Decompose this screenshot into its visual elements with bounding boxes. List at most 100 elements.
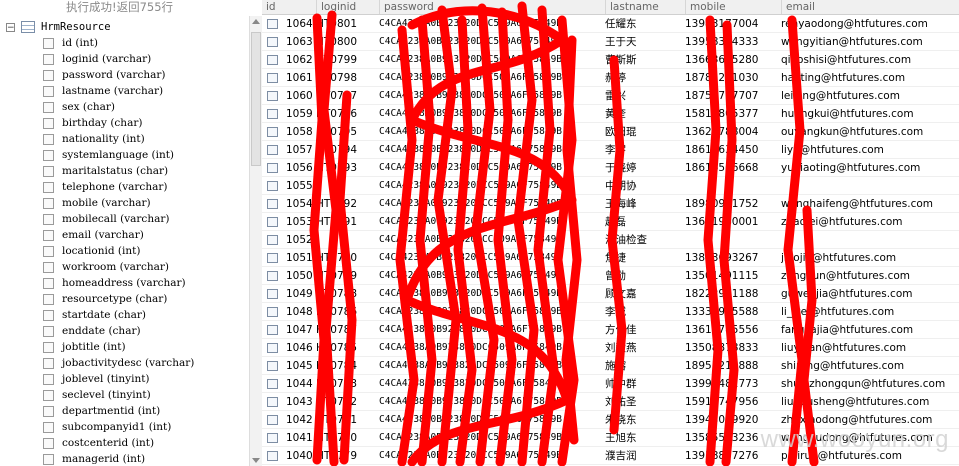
- cell-email[interactable]: zengxun@htfutures.com: [781, 267, 959, 285]
- cell-loginid[interactable]: HT0786: [316, 303, 379, 321]
- cell-lastname[interactable]: 黄奎: [605, 105, 683, 123]
- cell-id[interactable]: 1043: [286, 393, 316, 411]
- cell-lastname[interactable]: 刘祐圣: [605, 393, 683, 411]
- cell-lastname[interactable]: 海油检查: [605, 231, 683, 249]
- cell-lastname[interactable]: 任耀东: [605, 15, 683, 33]
- cell-password[interactable]: C4CA4238A0B923820DCC509A6F75849B: [379, 33, 604, 51]
- cell-loginid[interactable]: HT0797: [316, 87, 379, 105]
- tree-field-item[interactable]: telephone (varchar): [43, 179, 194, 195]
- cell-email[interactable]: liuyiyan@htfutures.com: [781, 339, 959, 357]
- cell-password[interactable]: C4CA4238A0B923820DCC509A6F75849B: [379, 303, 604, 321]
- tree-node-hrmresource[interactable]: − HrmResource: [6, 19, 111, 35]
- table-row[interactable]: 1061 HT0798 C4CA4238A0B923820DCC509A6F7584…: [262, 69, 959, 87]
- cell-loginid[interactable]: HT0781: [316, 411, 379, 429]
- cell-id[interactable]: 1058: [286, 123, 316, 141]
- cell-mobile[interactable]: 13621788004: [685, 123, 780, 141]
- tree-field-item[interactable]: startdate (char): [43, 307, 194, 323]
- cell-id[interactable]: 1050: [286, 267, 316, 285]
- cell-lastname[interactable]: 王于天: [605, 33, 683, 51]
- cell-mobile[interactable]: 13996482773: [685, 375, 780, 393]
- tree-field-item[interactable]: loginid (varchar): [43, 51, 194, 67]
- cell-password[interactable]: C4CA4238A0B923820DCC509A6F75849B: [379, 285, 604, 303]
- cell-password[interactable]: C4CA4238A0B923820DCC509A6F75849B: [379, 249, 604, 267]
- cell-mobile[interactable]: 18980911752: [685, 195, 780, 213]
- tree-field-item[interactable]: jobactivitydesc (varchar): [43, 355, 194, 371]
- cell-loginid[interactable]: HT0799: [316, 51, 379, 69]
- cell-email[interactable]: shirong@htfutures.com: [781, 357, 959, 375]
- tree-field-item[interactable]: resourcetype (char): [43, 291, 194, 307]
- tree-field-item[interactable]: enddate (char): [43, 323, 194, 339]
- tree-field-item[interactable]: homeaddress (varchar): [43, 275, 194, 291]
- cell-email[interactable]: ouyangkun@htfutures.com: [781, 123, 959, 141]
- cell-lastname[interactable]: 雷兴: [605, 87, 683, 105]
- cell-password[interactable]: C4CA4238A0B923820DCC509A6F75849B: [379, 195, 604, 213]
- cell-lastname[interactable]: 濮吉润: [605, 447, 683, 465]
- tree-field-item[interactable]: mobile (varchar): [43, 195, 194, 211]
- cell-email[interactable]: shuaizhongqun@htfutures.com: [781, 375, 959, 393]
- cell-id[interactable]: 1047: [286, 321, 316, 339]
- cell-lastname[interactable]: 朱晓东: [605, 411, 683, 429]
- cell-password[interactable]: C4CA4238A0B923820DCC509A6F75849B: [379, 321, 604, 339]
- cell-loginid[interactable]: HT0780: [316, 429, 379, 447]
- tree-field-item[interactable]: seclevel (tinyint): [43, 387, 194, 403]
- column-header-email[interactable]: email: [781, 0, 959, 14]
- cell-id[interactable]: 1045: [286, 357, 316, 375]
- cell-email[interactable]: zhaolei@htfutures.com: [781, 213, 959, 231]
- cell-id[interactable]: 1052: [286, 231, 316, 249]
- cell-email[interactable]: liyu@htfutures.com: [781, 141, 959, 159]
- table-row[interactable]: 1060 HT0797 C4CA4238A0B923820DCC509A6F7584…: [262, 87, 959, 105]
- cell-loginid[interactable]: HT0789: [316, 267, 379, 285]
- tree-field-item[interactable]: lastname (varchar): [43, 83, 194, 99]
- table-row[interactable]: 1056 HT0793 C4CA4238A0B923820DCC509A6F7584…: [262, 159, 959, 177]
- cell-id[interactable]: 1061: [286, 69, 316, 87]
- cell-mobile[interactable]: 13333985588: [685, 303, 780, 321]
- cell-id[interactable]: 1054: [286, 195, 316, 213]
- cell-password[interactable]: C4CA4238A0B923820DCC509A6F75849B: [379, 69, 604, 87]
- table-row[interactable]: 1059 HT0796 C4CA4238A0B923820DCC509A6F7584…: [262, 105, 959, 123]
- cell-lastname[interactable]: 于晓婷: [605, 159, 683, 177]
- tree-field-item[interactable]: password (varchar): [43, 67, 194, 83]
- tree-field-item[interactable]: workroom (varchar): [43, 259, 194, 275]
- column-header-id[interactable]: id: [262, 0, 316, 14]
- cell-mobile[interactable]: 13958324333: [685, 33, 780, 51]
- cell-lastname[interactable]: 李宇: [605, 141, 683, 159]
- tree-field-item[interactable]: mobilecall (varchar): [43, 211, 194, 227]
- scroll-down-icon[interactable]: [252, 458, 260, 463]
- cell-loginid[interactable]: HT0796: [316, 105, 379, 123]
- cell-loginid[interactable]: HT0783: [316, 375, 379, 393]
- cell-mobile[interactable]: [685, 231, 780, 249]
- cell-loginid[interactable]: [316, 177, 379, 195]
- table-row[interactable]: 1055 C4CA4238A0B923820DCC509A6F75849B 中期协: [262, 177, 959, 195]
- cell-mobile[interactable]: 13611960001: [685, 213, 780, 231]
- cell-loginid[interactable]: HT0798: [316, 69, 379, 87]
- table-row[interactable]: 1043 HT0782 C4CA4238A0B923820DCC509A6F7584…: [262, 393, 959, 411]
- cell-id[interactable]: 1049: [286, 285, 316, 303]
- cell-password[interactable]: C4CA4238A0B923820DCC509A6F75849B: [379, 123, 604, 141]
- cell-email[interactable]: jiaojie@htfutures.com: [781, 249, 959, 267]
- cell-lastname[interactable]: 王海峰: [605, 195, 683, 213]
- cell-password[interactable]: C4CA4238A0B923820DCC509A6F75849B: [379, 231, 604, 249]
- cell-mobile[interactable]: 18754757707: [685, 87, 780, 105]
- cell-password[interactable]: C4CA4238A0B923820DCC509A6F75849B: [379, 447, 604, 465]
- tree-field-item[interactable]: departmentid (int): [43, 403, 194, 419]
- cell-lastname[interactable]: 曹斯斯: [605, 51, 683, 69]
- cell-lastname[interactable]: 中期协: [605, 177, 683, 195]
- cell-email[interactable]: li_wei@htfutures.com: [781, 303, 959, 321]
- cell-email[interactable]: wangyitian@htfutures.com: [781, 33, 959, 51]
- cell-id[interactable]: 1063: [286, 33, 316, 51]
- column-header-lastname[interactable]: lastname: [605, 0, 685, 14]
- cell-lastname[interactable]: 焦捷: [605, 249, 683, 267]
- cell-email[interactable]: wanghaifeng@htfutures.com: [781, 195, 959, 213]
- cell-email[interactable]: huangkui@htfutures.com: [781, 105, 959, 123]
- cell-loginid[interactable]: HT0791: [316, 213, 379, 231]
- cell-password[interactable]: C4CA4238A0B923820DCC509A6F75849B: [379, 51, 604, 69]
- cell-mobile[interactable]: 13663685280: [685, 51, 780, 69]
- cell-email[interactable]: qiaoshisi@htfutures.com: [781, 51, 959, 69]
- cell-mobile[interactable]: 15919747956: [685, 393, 780, 411]
- tree-field-item[interactable]: costcenterid (int): [43, 435, 194, 451]
- cell-loginid[interactable]: HT0787: [316, 321, 379, 339]
- tree-field-item[interactable]: systemlanguage (int): [43, 147, 194, 163]
- cell-lastname[interactable]: 欧阳琨: [605, 123, 683, 141]
- tree-field-item[interactable]: id (int): [43, 35, 194, 51]
- cell-email[interactable]: liuhousheng@htfutures.com: [781, 393, 959, 411]
